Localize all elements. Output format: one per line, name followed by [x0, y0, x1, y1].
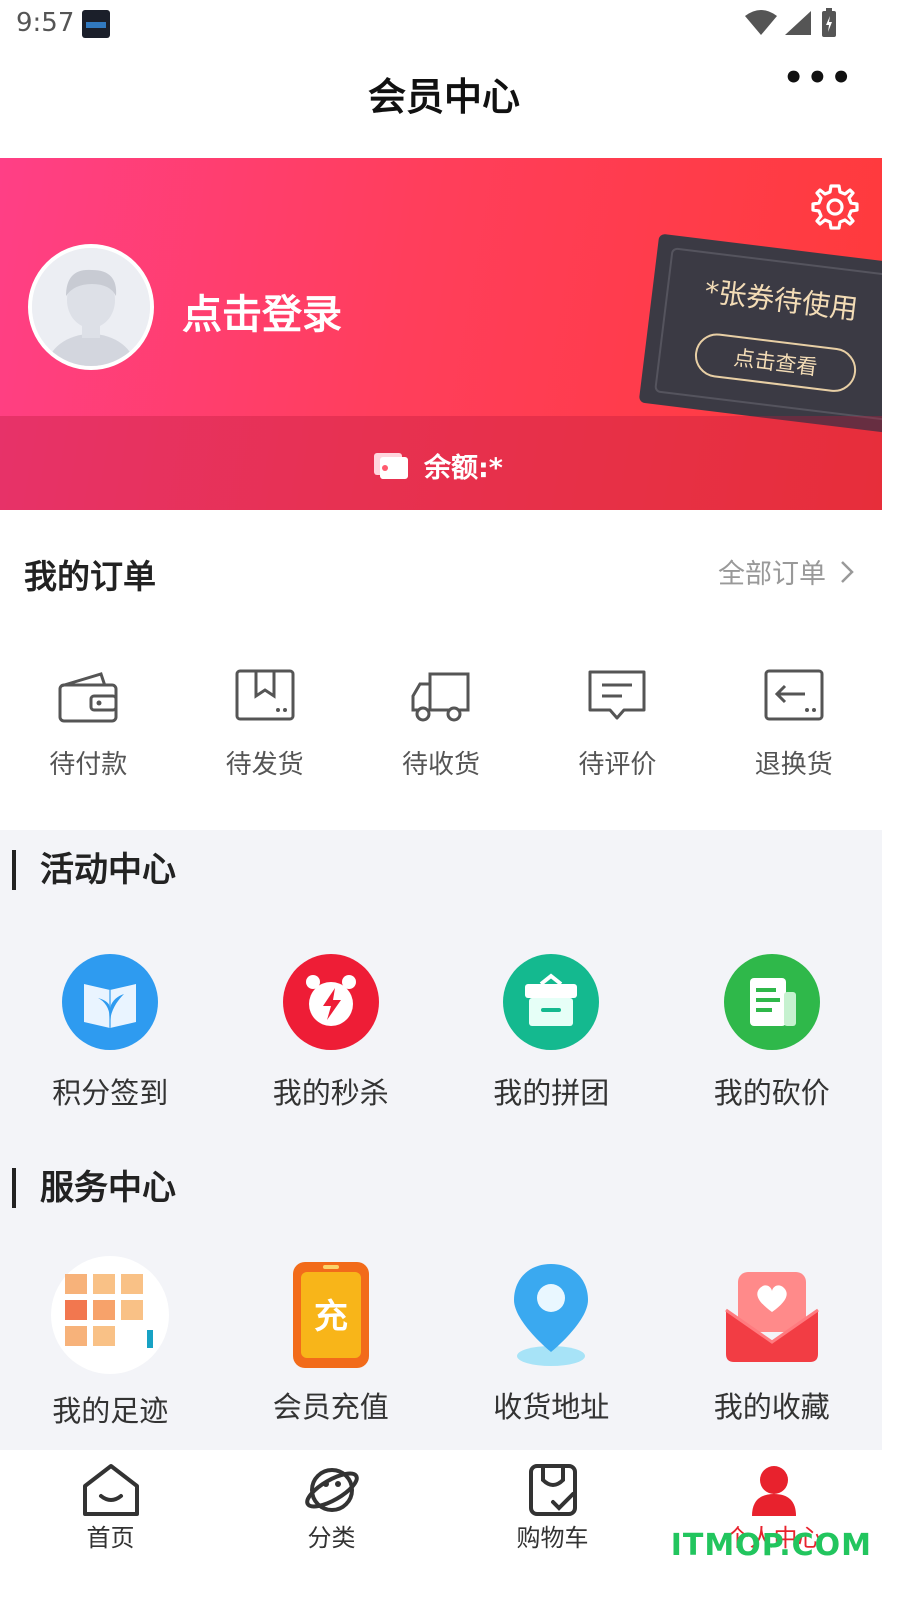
activity-row: 积分签到 我的秒杀 我的拼团 我的砍价 [0, 954, 882, 1112]
recharge-phone-icon: 充 [291, 1260, 371, 1370]
coupon-view-button[interactable]: 点击查看 [692, 330, 859, 395]
chevron-right-icon [841, 560, 854, 583]
all-orders-link[interactable]: 全部订单 [718, 552, 854, 591]
svg-text:充: 充 [314, 1297, 348, 1337]
order-status-row: 待付款 待发货 待收货 待评价 退换货 [0, 660, 882, 800]
order-return-exchange[interactable]: 退换货 [706, 660, 882, 800]
bottom-tab-bar: 首页 分类 购物车 个人中心 [0, 1450, 900, 1600]
service-item-label: 我的足迹 [52, 1394, 169, 1428]
orders-header: 我的订单 全部订单 [0, 510, 882, 630]
activity-item-label: 我的砍价 [713, 1076, 830, 1110]
activity-item-bargain[interactable]: 我的砍价 [662, 954, 883, 1112]
order-pending-review[interactable]: 待评价 [529, 660, 705, 800]
order-item-label: 待收货 [401, 750, 480, 780]
heart-envelope-icon [722, 1266, 822, 1366]
orders-title: 我的订单 [24, 557, 156, 596]
all-orders-label: 全部订单 [718, 559, 826, 590]
return-icon [764, 669, 824, 721]
coupon-count-text: *张券待使用 [702, 274, 860, 327]
watermark: ITMOP.COM [670, 1528, 872, 1563]
service-item-address[interactable]: 收货地址 [441, 1262, 662, 1430]
activity-item-signin[interactable]: 积分签到 [0, 954, 221, 1112]
service-item-footprint[interactable]: 我的足迹 [0, 1256, 221, 1430]
document-icon [723, 954, 820, 1050]
gift-box-icon [503, 954, 600, 1050]
wifi-icon [745, 10, 777, 35]
battery-icon [822, 8, 836, 37]
tab-home[interactable]: 首页 [0, 1450, 221, 1600]
home-icon [82, 1464, 139, 1516]
activity-item-label: 我的秒杀 [272, 1076, 389, 1110]
footprint-grid-icon [51, 1256, 170, 1374]
login-link[interactable]: 点击登录 [182, 282, 342, 340]
more-icon[interactable]: ••• [783, 58, 854, 98]
order-item-label: 待发货 [225, 750, 304, 780]
alarm-icon [282, 954, 379, 1050]
gear-icon[interactable] [810, 182, 860, 232]
location-pin-icon [506, 1260, 596, 1370]
box-icon [235, 669, 295, 721]
service-row: 我的足迹 充 会员充值 收货地址 我的收藏 [0, 1256, 883, 1430]
order-item-label: 待付款 [49, 750, 128, 780]
comment-icon [588, 670, 646, 720]
service-item-label: 收货地址 [493, 1390, 610, 1424]
activity-item-label: 积分签到 [52, 1076, 169, 1110]
order-pending-shipment[interactable]: 待发货 [176, 660, 352, 800]
service-item-favorites[interactable]: 我的收藏 [662, 1262, 883, 1430]
planet-icon [304, 1468, 359, 1512]
tab-cart[interactable]: 购物车 [442, 1450, 663, 1600]
status-icons [744, 8, 840, 38]
tab-label: 购物车 [516, 1524, 589, 1552]
order-pending-receipt[interactable]: 待收货 [353, 660, 529, 800]
activity-title: 活动中心 [12, 850, 176, 890]
status-notification-icon [82, 10, 110, 38]
status-bar: 9:57 [0, 0, 900, 48]
balance-bar[interactable]: 余额:* [0, 416, 882, 510]
order-item-label: 退换货 [754, 750, 833, 780]
activity-item-label: 我的拼团 [493, 1076, 610, 1110]
tab-label: 首页 [86, 1524, 135, 1552]
signal-icon [785, 11, 811, 35]
order-pending-payment[interactable]: 待付款 [0, 660, 176, 800]
wallet-icon [58, 672, 118, 723]
status-time: 9:57 [16, 8, 75, 38]
balance-text: 余额:* [424, 453, 503, 484]
cart-bag-icon [528, 1464, 577, 1516]
tab-profile[interactable]: 个人中心 [663, 1450, 884, 1600]
activity-service-panel: 活动中心 积分签到 我的秒杀 我的拼团 我的砍价 服务中心 我的足迹 充 会员充… [0, 830, 882, 1450]
order-item-label: 待评价 [578, 750, 657, 780]
service-item-recharge[interactable]: 充 会员充值 [221, 1262, 442, 1430]
book-leaf-icon [62, 954, 159, 1050]
tab-label: 分类 [307, 1524, 356, 1552]
service-title: 服务中心 [12, 1168, 176, 1208]
wallet-card-icon [374, 452, 408, 479]
service-item-label: 会员充值 [272, 1390, 389, 1424]
avatar[interactable] [28, 244, 154, 370]
person-icon [751, 1466, 796, 1516]
coupon-card[interactable]: *张券待使用 点击查看 [638, 233, 882, 437]
activity-item-flash-sale[interactable]: 我的秒杀 [221, 954, 442, 1112]
page-title: 会员中心 [367, 75, 520, 119]
tab-category[interactable]: 分类 [221, 1450, 442, 1600]
activity-item-group-buy[interactable]: 我的拼团 [441, 954, 662, 1112]
title-bar: 会员中心 ••• [0, 48, 900, 158]
profile-banner: 点击登录 *张券待使用 点击查看 余额:* [0, 158, 882, 510]
truck-icon [411, 672, 470, 722]
service-item-label: 我的收藏 [713, 1390, 830, 1424]
